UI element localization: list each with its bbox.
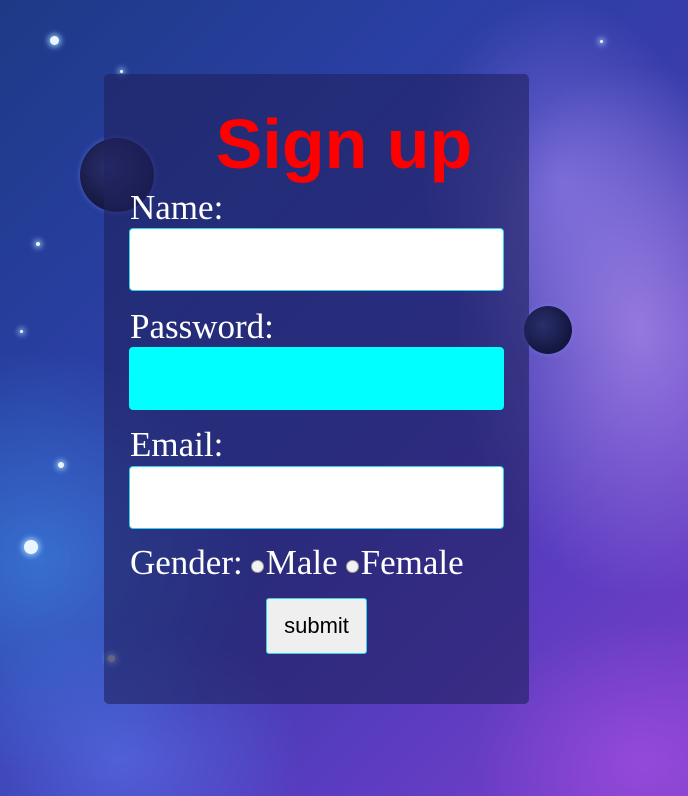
password-input[interactable] — [129, 347, 504, 410]
star — [20, 330, 23, 333]
planet — [524, 306, 572, 354]
gender-label: Gender: — [130, 543, 243, 582]
male-option-label[interactable]: Male — [266, 543, 338, 583]
star — [58, 462, 64, 468]
star — [120, 70, 123, 73]
star — [36, 242, 40, 246]
female-option-label[interactable]: Female — [361, 543, 464, 583]
password-label: Password: — [130, 307, 274, 346]
page-title: Sign up — [215, 105, 473, 183]
name-input[interactable] — [129, 228, 504, 291]
email-input[interactable] — [129, 466, 504, 529]
star — [50, 36, 59, 45]
male-radio[interactable] — [250, 559, 264, 573]
email-label: Email: — [130, 425, 224, 464]
star — [24, 540, 38, 554]
name-label: Name: — [130, 188, 224, 227]
submit-button[interactable]: submit — [266, 598, 367, 654]
female-radio[interactable] — [345, 559, 359, 573]
gender-row: Gender: Male Female — [130, 543, 464, 583]
star — [600, 40, 603, 43]
